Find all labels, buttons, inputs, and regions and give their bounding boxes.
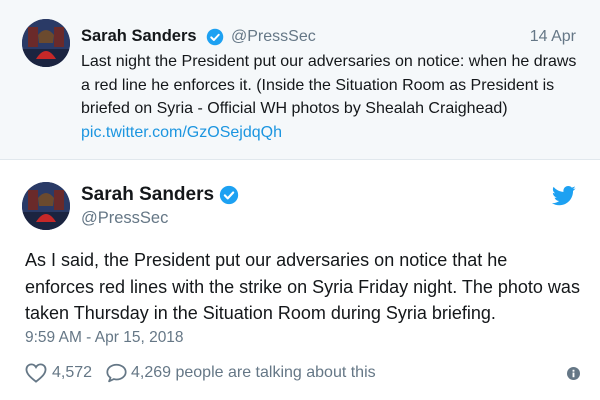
- tweet-text: As I said, the President put our adversa…: [25, 250, 580, 323]
- quoted-tweet-text: Last night the President put our adversa…: [81, 50, 581, 144]
- avatar-photo: [22, 19, 70, 67]
- twitter-bird-icon[interactable]: [552, 186, 576, 206]
- avatar[interactable]: [22, 182, 70, 230]
- heart-icon[interactable]: [25, 363, 47, 383]
- verified-badge-icon: [219, 185, 239, 205]
- tweet-actions: 4,572 4,269 people are talking about thi…: [25, 362, 580, 384]
- quoted-tweet-date[interactable]: 14 Apr: [530, 28, 576, 46]
- quoted-author-name[interactable]: Sarah Sanders: [81, 27, 197, 46]
- verified-badge-icon: [206, 28, 224, 46]
- talking-count[interactable]: 4,269 people are talking about this: [131, 364, 376, 382]
- quoted-tweet-body: Last night the President put our adversa…: [81, 53, 577, 117]
- like-count[interactable]: 4,572: [52, 364, 92, 382]
- reply-bubble-icon[interactable]: [106, 363, 127, 383]
- author-handle[interactable]: @PressSec: [81, 209, 168, 228]
- quoted-tweet-photo-link[interactable]: pic.twitter.com/GzOSejdqQh: [81, 124, 282, 141]
- author-name[interactable]: Sarah Sanders: [81, 184, 214, 206]
- avatar[interactable]: [22, 19, 70, 67]
- quoted-tweet[interactable]: Sarah Sanders @PressSec 14 Apr Last nigh…: [0, 0, 600, 160]
- info-icon[interactable]: [567, 367, 580, 380]
- quoted-author-handle[interactable]: @PressSec: [231, 28, 316, 46]
- avatar-photo: [22, 182, 70, 230]
- tweet-timestamp[interactable]: 9:59 AM - Apr 15, 2018: [25, 329, 184, 347]
